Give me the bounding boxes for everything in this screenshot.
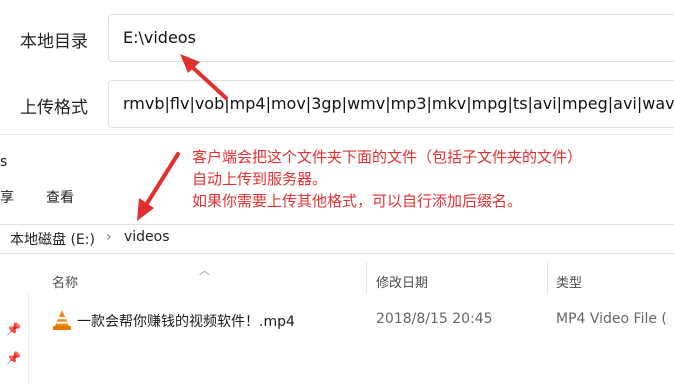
annotation-arrows <box>137 54 228 221</box>
arrow-to-local-dir-icon <box>180 54 228 100</box>
arrow-to-folder-icon <box>137 152 180 221</box>
